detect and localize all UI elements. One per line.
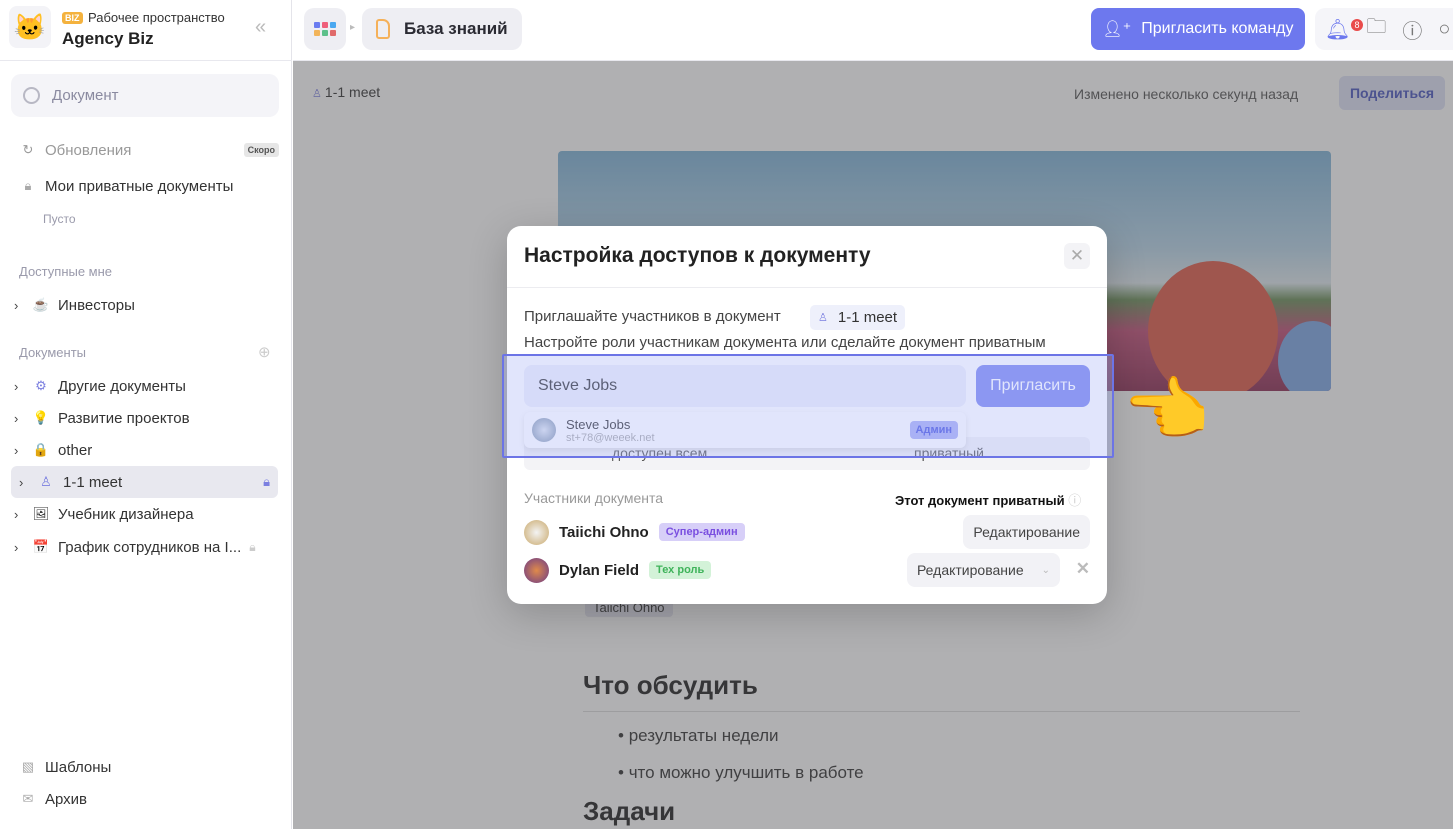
role-select[interactable]: Редактирование ⌄ <box>907 553 1060 587</box>
calendar-icon: 📅 <box>32 539 50 555</box>
sidebar-item-label: 1-1 meet <box>63 474 122 491</box>
pointing-hand-icon: 👉 <box>1125 370 1212 452</box>
section-shared: Доступные мне <box>19 264 112 279</box>
sidebar: 🐱 BIZ Рабочее пространство Agency Biz « … <box>0 0 292 829</box>
gear-icon: ⚙ <box>32 378 50 394</box>
sidebar-item-label: Обновления <box>45 142 131 159</box>
role-label: Редактирование <box>917 562 1024 578</box>
collapse-sidebar-icon[interactable]: « <box>255 16 266 39</box>
search-input[interactable]: Документ <box>11 74 279 117</box>
lightbulb-icon: 💡 <box>32 410 50 426</box>
templates-icon: ▧ <box>19 759 37 775</box>
empty-label: Пусто <box>43 212 76 226</box>
toolbar-icons: 🔔︎8 🗀 ⓘ ○ <box>1315 8 1453 50</box>
sidebar-item-other-docs[interactable]: › ⚙ Другие документы <box>14 370 274 402</box>
sidebar-item-label: График сотрудников на I... <box>58 539 241 556</box>
search-placeholder: Документ <box>52 87 119 104</box>
biz-badge: BIZ <box>62 12 83 24</box>
chevron-right-icon[interactable]: › <box>19 475 29 490</box>
bell-icon[interactable]: 🔔︎8 <box>1325 17 1350 42</box>
sidebar-item-schedule[interactable]: › 📅 График сотрудников на I... 🔒︎ <box>14 531 274 563</box>
archive-icon: ✉ <box>19 791 37 807</box>
divider <box>507 287 1107 288</box>
add-user-icon: 👤︎⁺ <box>1102 19 1131 39</box>
image-icon: 🖼 <box>32 506 50 522</box>
sidebar-item-private-docs[interactable]: 🔒︎ Мои приватные документы <box>19 170 279 202</box>
breadcrumb-label: База знаний <box>404 19 508 39</box>
chevron-down-icon: ⌄ <box>1042 565 1050 576</box>
chevron-right-icon[interactable]: › <box>14 411 24 426</box>
sidebar-item-designer-book[interactable]: › 🖼 Учебник дизайнера <box>14 498 274 530</box>
member-name: Taiichi Ohno <box>559 524 649 541</box>
sidebar-item-label: Развитие проектов <box>58 410 190 427</box>
sidebar-item-investors[interactable]: › ☕ Инвесторы <box>14 289 274 321</box>
person-icon: ♙ <box>818 311 828 324</box>
refresh-icon: ↻ <box>19 142 37 158</box>
avatar <box>524 558 549 583</box>
sidebar-item-archive[interactable]: ✉ Архив <box>19 783 279 815</box>
sidebar-item-label: Шаблоны <box>45 759 111 776</box>
doc-chip: ♙ 1-1 meet <box>810 305 905 330</box>
divider <box>0 60 292 61</box>
sidebar-item-label: Мои приватные документы <box>45 178 233 195</box>
info-icon[interactable]: ⓘ <box>1068 493 1081 508</box>
private-note-label: Этот документ приватный <box>895 493 1065 508</box>
invite-team-button[interactable]: 👤︎⁺ Пригласить команду <box>1091 8 1305 50</box>
highlight-box <box>502 354 1114 458</box>
sidebar-item-label: Учебник дизайнера <box>58 506 194 523</box>
chevron-right-icon[interactable]: › <box>14 540 24 555</box>
doc-chip-label: 1-1 meet <box>838 309 897 326</box>
members-label: Участники документа <box>524 490 663 506</box>
invite-team-label: Пригласить команду <box>1141 20 1293 38</box>
lock-icon: 🔒︎ <box>249 540 255 555</box>
sidebar-item-templates[interactable]: ▧ Шаблоны <box>19 751 279 783</box>
breadcrumb-separator-icon: ▸ <box>350 22 355 33</box>
help-icon[interactable]: ⓘ <box>1402 15 1422 44</box>
chevron-right-icon[interactable]: › <box>14 443 24 458</box>
sidebar-item-label: other <box>58 442 92 459</box>
sidebar-item-updates[interactable]: ↻ Обновления Скоро <box>19 134 279 166</box>
breadcrumb[interactable]: База знаний <box>362 8 522 50</box>
sidebar-item-label: Архив <box>45 791 87 808</box>
document-icon <box>376 19 390 39</box>
search-icon <box>23 87 40 104</box>
modal-title: Настройка доступов к документу <box>524 244 871 268</box>
add-document-icon[interactable]: ⊕ <box>258 343 271 361</box>
lock-icon: 🔒︎ <box>263 474 270 490</box>
sidebar-item-label: Другие документы <box>58 378 186 395</box>
sidebar-item-other[interactable]: › 🔒 other <box>14 434 274 466</box>
sidebar-item-projects[interactable]: › 💡 Развитие проектов <box>14 402 274 434</box>
close-icon[interactable]: ✕ <box>1064 243 1090 269</box>
sidebar-item-label: Инвесторы <box>58 297 135 314</box>
folder-icon[interactable]: 🗀 <box>1366 12 1386 46</box>
avatar <box>524 520 549 545</box>
roles-text: Настройте роли участникам документа или … <box>524 334 1046 351</box>
member-row: Dylan Field Тех роль Редактирование ⌄ ✕ <box>524 552 1090 588</box>
member-name: Dylan Field <box>559 562 639 579</box>
workspace-logo[interactable]: 🐱 <box>9 6 51 48</box>
coffee-icon: ☕ <box>32 297 50 313</box>
lock-icon: 🔒︎ <box>19 178 37 194</box>
soon-badge: Скоро <box>244 143 279 157</box>
private-note: Этот документ приватный ⓘ <box>895 490 1081 509</box>
remove-member-icon[interactable]: ✕ <box>1076 559 1090 579</box>
chevron-right-icon[interactable]: › <box>14 507 24 522</box>
notification-count: 8 <box>1351 19 1363 31</box>
role-select[interactable]: Редактирование <box>963 515 1090 549</box>
search-icon[interactable]: ○ <box>1438 18 1450 41</box>
chevron-right-icon[interactable]: › <box>14 379 24 394</box>
invite-text: Приглашайте участников в документ <box>524 308 781 325</box>
workspace-name[interactable]: Agency Biz <box>62 29 154 49</box>
role-label: Редактирование <box>973 524 1080 540</box>
apps-grid-icon[interactable] <box>304 8 346 50</box>
section-documents: Документы <box>19 345 86 360</box>
person-icon: ♙ <box>37 474 55 490</box>
role-tag: Тех роль <box>649 561 711 579</box>
sidebar-item-1-1-meet[interactable]: › ♙ 1-1 meet 🔒︎ <box>11 466 278 498</box>
workspace-label: Рабочее пространство <box>88 10 225 25</box>
member-row: Taiichi Ohno Супер-админ Редактирование <box>524 514 1090 550</box>
role-tag: Супер-админ <box>659 523 745 541</box>
lock-icon: 🔒 <box>32 442 50 458</box>
chevron-right-icon[interactable]: › <box>14 298 24 313</box>
